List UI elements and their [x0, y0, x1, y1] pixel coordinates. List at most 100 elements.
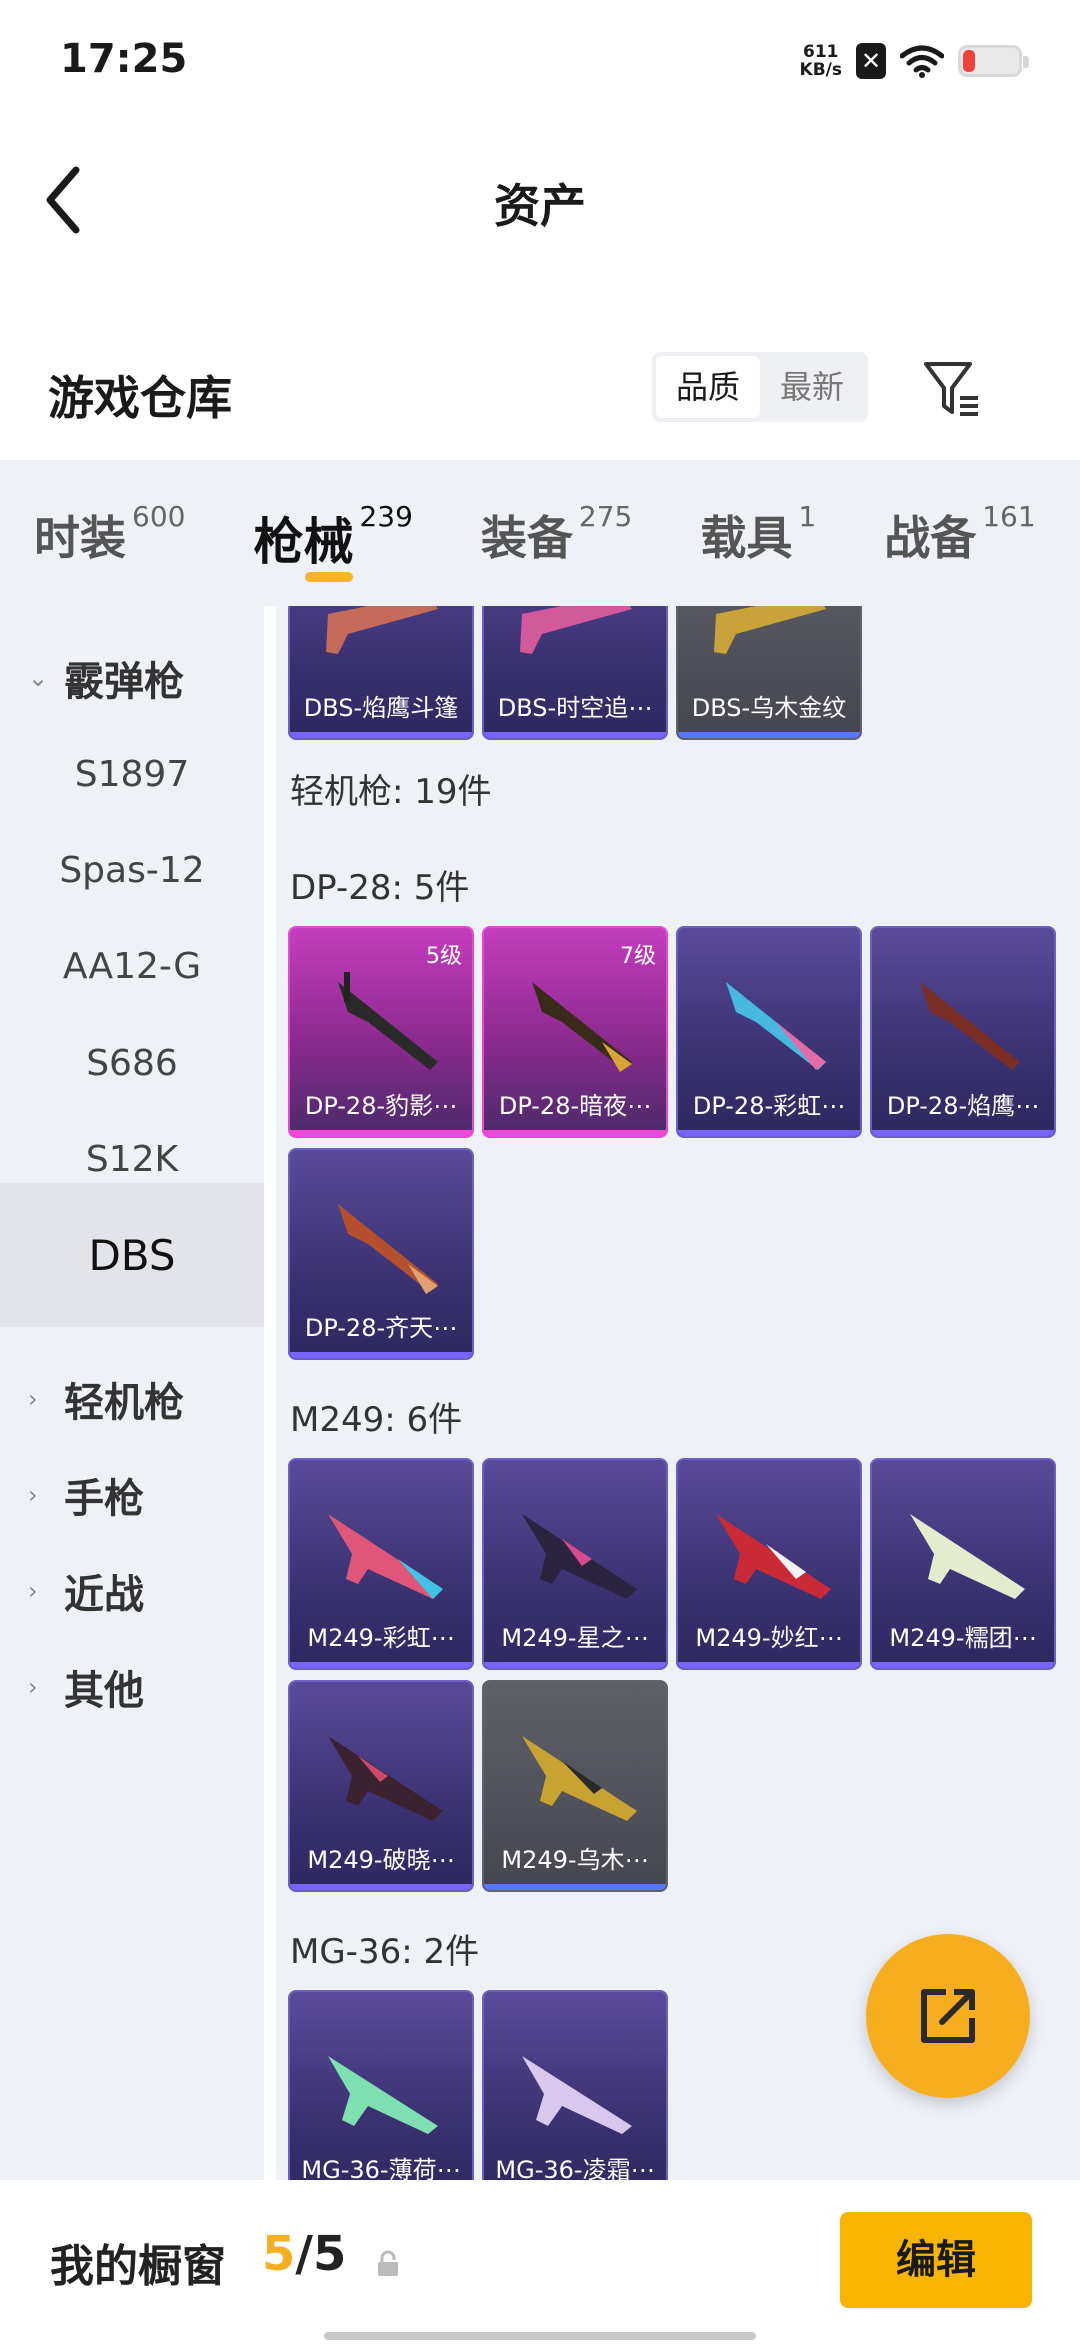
- weapon-skin-image: [328, 2056, 438, 2134]
- showcase-count: 5/5: [262, 2226, 346, 2282]
- showcase-count-separator: /: [295, 2226, 313, 2282]
- weapon-card-label: DP-28-暗夜⋯: [498, 1092, 652, 1120]
- sidebar-item-label: S12K: [85, 1138, 179, 1180]
- share-icon: [921, 1989, 975, 2043]
- weapon-card[interactable]: M249-乌木⋯: [482, 1680, 668, 1892]
- showcase-count-current: 5: [262, 2226, 296, 2282]
- weapon-skin-image: [338, 972, 438, 1070]
- tab-equipment[interactable]: 装备 275: [481, 460, 632, 568]
- weapon-skin-image: [328, 1514, 443, 1599]
- weapon-card[interactable]: M249-糯团⋯: [870, 1458, 1056, 1670]
- tab-label: 时装: [34, 511, 126, 565]
- sort-quality-option[interactable]: 品质: [656, 356, 760, 418]
- weapon-card[interactable]: DP-28-彩虹⋯: [676, 926, 862, 1138]
- rarity-bar: [290, 1130, 472, 1136]
- rarity-bar: [484, 732, 666, 738]
- chevron-right-icon: ›: [28, 1481, 38, 1509]
- showcase-count-total: 5: [312, 2226, 347, 2282]
- weapon-skin-image: [714, 606, 826, 654]
- rarity-bar: [484, 1662, 666, 1668]
- sort-toggle: 品质 最新: [652, 352, 868, 422]
- chevron-right-icon: ›: [28, 1577, 38, 1605]
- weapon-skin-image: [716, 1514, 831, 1599]
- tab-count: 161: [982, 500, 1036, 533]
- tab-count: 275: [578, 500, 633, 533]
- weapon-card[interactable]: DP-28-焰鹰⋯: [870, 926, 1056, 1138]
- status-icons: 611 KB/s ✕: [800, 38, 1029, 84]
- weapon-card-label: DBS-时空追⋯: [497, 694, 653, 722]
- weapon-card[interactable]: DP-28-齐天⋯: [288, 1148, 474, 1360]
- page-title: 资产: [494, 179, 586, 233]
- tab-count: 1: [798, 500, 817, 533]
- active-tab-indicator: [305, 572, 354, 582]
- weapon-skin-image: [532, 982, 632, 1072]
- sidebar-item-label: AA12-G: [62, 945, 202, 987]
- rarity-bar: [484, 1884, 666, 1890]
- warehouse-header: 游戏仓库 品质 最新: [0, 330, 1080, 460]
- rarity-bar: [678, 1130, 860, 1136]
- weapon-card[interactable]: MG-36-薄荷⋯: [288, 1990, 474, 2180]
- weapon-card[interactable]: 7级 DP-28-暗夜⋯: [482, 926, 668, 1138]
- weapon-card-label: DP-28-焰鹰⋯: [886, 1092, 1040, 1120]
- chevron-down-icon: ⌄: [28, 664, 49, 692]
- weapon-skin-image: [522, 1514, 637, 1599]
- section-title-lmg: 轻机枪: 19件: [290, 772, 492, 812]
- share-button[interactable]: [866, 1934, 1030, 2098]
- section-title-mg36: MG-36: 2件: [290, 1932, 480, 1972]
- network-speed: 611 KB/s: [800, 43, 842, 79]
- weapon-skin-image: [726, 982, 826, 1070]
- weapon-category-sidebar: ⌄ 霰弹枪 S1897 Spas-12 AA12-G S686 S12K DBS…: [0, 606, 264, 2180]
- section-title-dp28: DP-28: 5件: [290, 868, 470, 908]
- sidebar-item-label: 轻机枪: [64, 1380, 184, 1426]
- weapon-skin-image: [520, 606, 632, 654]
- sidebar-item-dbs[interactable]: DBS: [0, 1183, 264, 1327]
- showcase-title: 我的橱窗: [50, 2241, 226, 2292]
- sidebar-item-other[interactable]: › 其他: [0, 1615, 264, 1759]
- filter-button[interactable]: [920, 356, 984, 420]
- wifi-icon: [900, 45, 944, 78]
- weapon-card-label: MG-36-薄荷⋯: [301, 2156, 461, 2180]
- status-bar: 17:25 611 KB/s ✕: [0, 0, 1080, 120]
- weapon-skin-image: [338, 1204, 438, 1294]
- sidebar-item-label: DBS: [88, 1230, 176, 1280]
- weapon-card[interactable]: DBS-乌木金纹: [676, 606, 862, 740]
- rarity-bar: [290, 732, 472, 738]
- weapon-skin-image: [522, 2056, 632, 2134]
- weapon-card-label: DP-28-齐天⋯: [304, 1314, 458, 1342]
- weapon-card-label: DP-28-豹影⋯: [304, 1092, 458, 1120]
- lock-icon: [378, 2250, 398, 2276]
- weapon-card[interactable]: 5级 DP-28-豹影⋯: [288, 926, 474, 1138]
- weapon-card[interactable]: DBS-焰鹰斗篷: [288, 606, 474, 740]
- weapon-card-label: M249-星之⋯: [501, 1624, 649, 1652]
- sidebar-item-label: Spas-12: [59, 849, 205, 891]
- weapon-card-label: M249-破晓⋯: [307, 1846, 455, 1874]
- battery-cap: [1023, 56, 1029, 68]
- weapon-card[interactable]: M249-妙红⋯: [676, 1458, 862, 1670]
- tab-count: 600: [132, 500, 186, 533]
- rarity-bar: [678, 732, 860, 738]
- home-indicator: [324, 2332, 756, 2340]
- weapon-skin-image: [326, 606, 438, 654]
- rarity-bar: [872, 1662, 1054, 1668]
- sort-newest-option[interactable]: 最新: [760, 356, 864, 418]
- tab-fashion[interactable]: 时装 600: [34, 460, 185, 568]
- tab-label: 装备: [480, 511, 573, 565]
- weapon-card[interactable]: MG-36-凌霜⋯: [482, 1990, 668, 2180]
- section-title-m249: M249: 6件: [290, 1400, 463, 1440]
- warehouse-title: 游戏仓库: [48, 371, 232, 425]
- rarity-bar: [290, 1662, 472, 1668]
- tab-gear[interactable]: 战备 161: [884, 460, 1035, 568]
- no-sim-icon: ✕: [856, 43, 886, 79]
- tab-weapons[interactable]: 枪械 239: [253, 460, 413, 582]
- battery-icon: [958, 45, 1029, 77]
- weapon-card-label: MG-36-凌霜⋯: [495, 2156, 655, 2180]
- weapon-card[interactable]: DBS-时空追⋯: [482, 606, 668, 740]
- weapon-card[interactable]: M249-彩虹⋯: [288, 1458, 474, 1670]
- weapon-card[interactable]: M249-星之⋯: [482, 1458, 668, 1670]
- tab-vehicles[interactable]: 载具 1: [700, 460, 816, 568]
- rarity-bar: [872, 1130, 1054, 1136]
- weapon-card[interactable]: M249-破晓⋯: [288, 1680, 474, 1892]
- weapon-card-label: M249-糯团⋯: [889, 1624, 1037, 1652]
- filter-icon: [924, 362, 978, 416]
- edit-button[interactable]: 编辑: [840, 2212, 1032, 2308]
